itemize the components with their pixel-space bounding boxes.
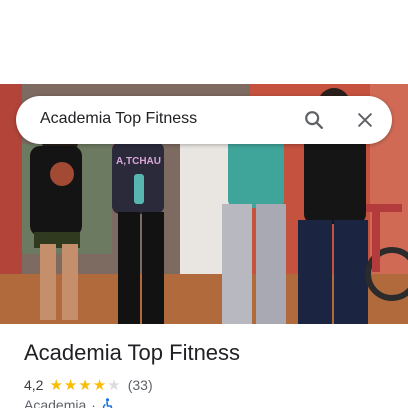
star-filled-icon: ★ [78,376,92,394]
rating-value: 4,2 [24,377,44,393]
star-filled-icon: ★ [92,376,107,394]
place-category: Academia [24,397,87,408]
place-details-sheet[interactable]: Academia Top Fitness 4,2 ★ ★ ★ ★ ★ (33) Acad… [0,324,408,408]
place-name: Academia Top Fitness [24,340,241,365]
search-icon [305,111,323,129]
shirt-text: A,TCHAU [116,156,161,167]
close-icon [358,113,372,127]
search-bar[interactable]: Academia Top Fitness [16,96,392,144]
wheelchair-icon [102,398,113,408]
rating-stars: ★ ★ ★ ★ ★ [49,378,121,393]
star-filled-icon: ★ [63,376,78,394]
star-filled-icon: ★ [49,376,63,394]
close-button[interactable] [349,104,381,136]
search-button[interactable] [298,104,330,136]
category-row: Academia · [24,397,113,408]
search-query-text[interactable]: Academia Top Fitness [40,110,197,128]
status-bar-area [0,0,408,84]
rating-row[interactable]: 4,2 ★ ★ ★ ★ ★ (33) [24,376,153,394]
separator-dot: · [91,397,96,408]
star-empty-icon: ★ [107,376,121,394]
review-count[interactable]: (33) [128,377,153,393]
